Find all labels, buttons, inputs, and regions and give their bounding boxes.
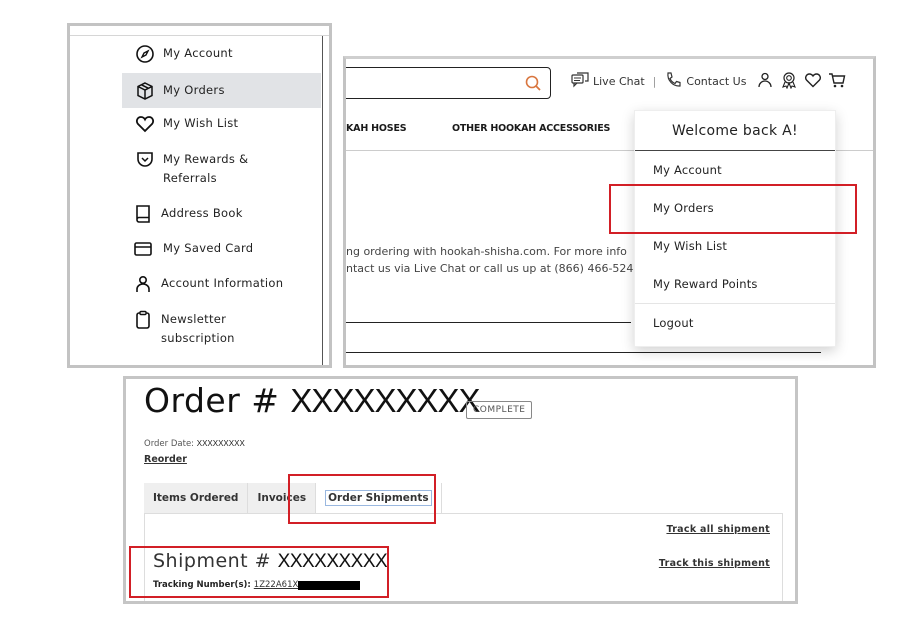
sidebar-item-label: My Saved Card — [163, 241, 254, 255]
reorder-link[interactable]: Reorder — [144, 454, 187, 465]
separator: | — [652, 75, 657, 88]
shipments-content: Track all shipment Track this shipment S… — [144, 513, 783, 601]
shipment-title-prefix: Shipment # — [153, 550, 272, 572]
order-date-label: Order Date: — [144, 439, 195, 449]
clipboard-icon — [133, 310, 153, 330]
sidebar-item-label-line2: subscription — [161, 331, 235, 345]
sidebar-item-label: Account Information — [161, 276, 284, 290]
contact-us-label: Contact Us — [686, 75, 747, 88]
sidebar-item-label: My Account — [163, 46, 233, 60]
sidebar-item-account-information[interactable]: Account Information — [122, 274, 321, 294]
rewards-badge-icon[interactable] — [780, 71, 798, 92]
order-date-value: XXXXXXXXX — [196, 439, 245, 448]
sidebar-item-address-book[interactable]: Address Book — [122, 204, 321, 224]
divider-line — [346, 322, 631, 323]
sidebar-item-label-wrap: Newsletter subscription — [161, 310, 235, 348]
tracking-number-link[interactable]: 1Z22A61X — [254, 580, 299, 590]
redaction-bar — [298, 580, 361, 590]
sidebar-item-label-wrap: My Rewards & Referrals — [163, 150, 248, 188]
sidebar-item-label: My Rewards & — [163, 152, 249, 166]
sidebar-item-wish-list[interactable]: My Wish List — [122, 114, 321, 134]
track-this-shipment-link[interactable]: Track this shipment — [659, 558, 770, 569]
tracking-numbers: Tracking Number(s): 1Z22A61X — [153, 580, 361, 590]
sidebar-item-label: Newsletter — [161, 312, 227, 326]
nav-item-accessories[interactable]: OTHER HOOKAH ACCESSORIES — [452, 123, 610, 134]
dropdown-item-logout[interactable]: Logout — [635, 303, 835, 341]
live-chat-link[interactable]: Live Chat — [571, 71, 645, 92]
tracking-label: Tracking Number(s): — [153, 580, 251, 590]
sidebar-item-label-line2: Referrals — [163, 171, 217, 185]
sidebar-item-my-orders[interactable]: My Orders — [122, 73, 321, 108]
phone-icon — [664, 71, 682, 92]
compass-icon — [135, 44, 155, 64]
track-all-shipment-link[interactable]: Track all shipment — [666, 524, 770, 535]
info-line-1: ng ordering with hookah-shisha.com. For … — [346, 245, 627, 258]
order-title: Order # XXXXXXXXX — [144, 381, 481, 420]
account-icon[interactable] — [756, 71, 774, 92]
sidebar-item-label: Address Book — [161, 206, 243, 220]
header-icons — [756, 71, 846, 92]
live-chat-label: Live Chat — [593, 75, 645, 88]
heart-icon — [135, 114, 155, 134]
order-number: XXXXXXXXX — [290, 382, 480, 419]
sidebar-item-label: My Wish List — [163, 116, 239, 130]
info-text: ng ordering with hookah-shisha.com. For … — [346, 243, 633, 277]
tab-items-ordered[interactable]: Items Ordered — [144, 483, 249, 513]
account-sidebar-panel: My Account My Orders My Wish List My Rew… — [67, 23, 332, 368]
order-detail-panel: Order # XXXXXXXXX COMPLETE Order Date: X… — [123, 376, 798, 604]
site-header-panel: Live Chat | Contact Us KAH HOSES OTHER H… — [343, 56, 876, 368]
search-icon[interactable] — [524, 74, 542, 92]
sidebar-item-rewards[interactable]: My Rewards & Referrals — [122, 150, 321, 188]
dropdown-item-my-orders[interactable]: My Orders — [635, 189, 835, 227]
wishlist-heart-icon[interactable] — [804, 71, 822, 92]
order-tabs: Items Ordered Invoices Order Shipments — [144, 483, 442, 513]
dropdown-item-wish-list[interactable]: My Wish List — [635, 227, 835, 265]
shipment-number: XXXXXXXXX — [277, 551, 388, 572]
order-title-prefix: Order # — [144, 381, 280, 420]
chat-icon — [571, 71, 589, 92]
welcome-heading: Welcome back A! — [635, 111, 835, 151]
divider-line — [346, 352, 821, 353]
contact-us-link[interactable]: Contact Us — [664, 71, 746, 92]
tab-order-shipments-label: Order Shipments — [325, 490, 432, 506]
sidebar-item-saved-card[interactable]: My Saved Card — [122, 239, 321, 259]
user-icon — [133, 274, 153, 294]
tab-invoices[interactable]: Invoices — [248, 483, 317, 513]
search-input[interactable] — [346, 67, 551, 99]
cart-icon[interactable] — [828, 71, 846, 92]
sidebar-item-label: My Orders — [163, 83, 225, 97]
account-dropdown-menu: Welcome back A! My Account My Orders My … — [634, 110, 836, 347]
shipment-title: Shipment # XXXXXXXXX — [153, 550, 388, 573]
book-icon — [133, 204, 153, 224]
tab-order-shipments[interactable]: Order Shipments — [316, 483, 442, 513]
sidebar-item-newsletter[interactable]: Newsletter subscription — [122, 310, 321, 348]
card-icon — [133, 239, 153, 259]
sidebar-divider — [322, 36, 323, 365]
sidebar-item-my-account[interactable]: My Account — [122, 44, 321, 66]
nav-item-hoses[interactable]: KAH HOSES — [346, 123, 407, 134]
info-line-2: ntact us via Live Chat or call us up at … — [346, 262, 634, 275]
dropdown-item-my-account[interactable]: My Account — [635, 151, 835, 189]
status-badge: COMPLETE — [466, 401, 533, 419]
order-date: Order Date: XXXXXXXXX — [144, 439, 245, 449]
dropdown-item-reward-points[interactable]: My Reward Points — [635, 265, 835, 303]
box-icon — [135, 81, 155, 101]
utility-bar: Live Chat | Contact Us — [571, 71, 846, 92]
pocket-icon — [135, 150, 155, 170]
sidebar-top-bar — [70, 26, 329, 36]
